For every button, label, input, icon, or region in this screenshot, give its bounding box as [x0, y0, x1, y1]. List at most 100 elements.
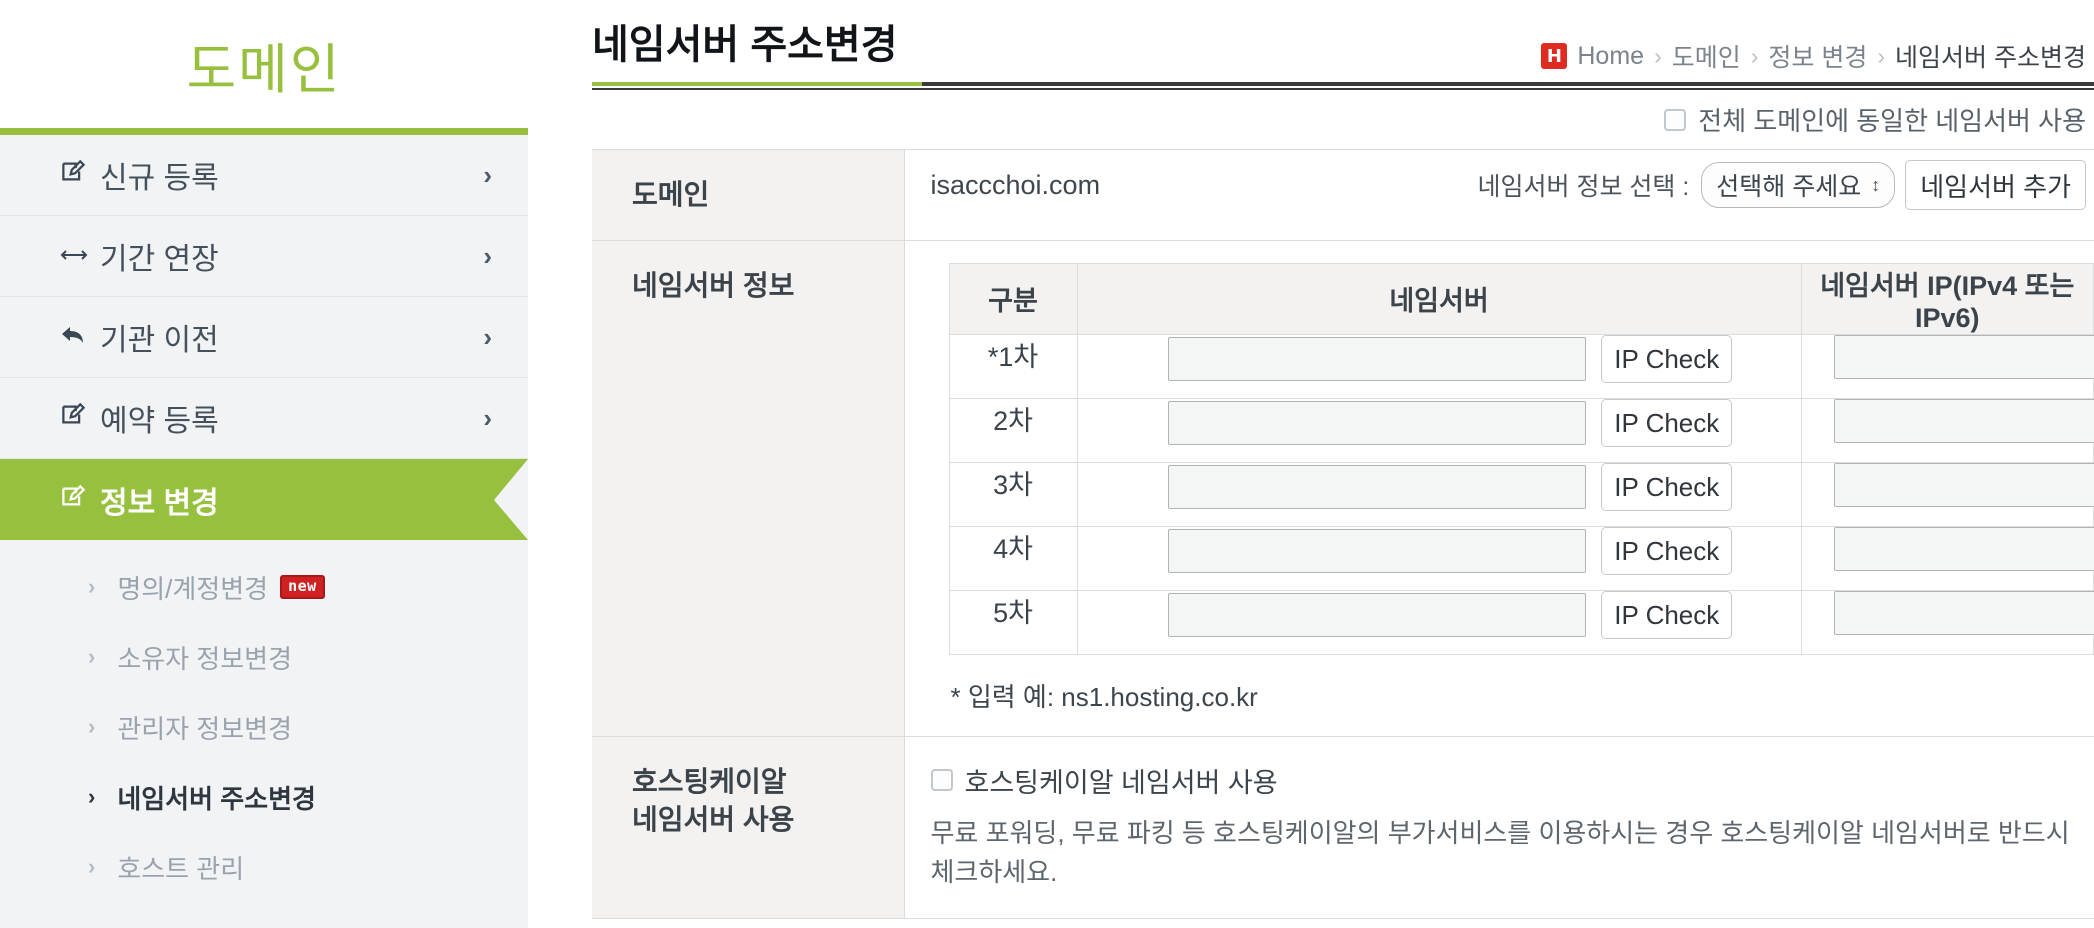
sidebar-item-transfer[interactable]: 기관 이전 › [0, 297, 528, 378]
nameserver-select-group: 네임서버 정보 선택 : 선택해 주세요 ↕ 네임서버 추가 [1478, 160, 2094, 210]
sidebar-header: 도메인 [0, 0, 528, 128]
column-header-ip: 네임서버 IP(IPv4 또는 IPv6) [1800, 262, 2094, 335]
row-gubun-2: 2차 [948, 397, 1078, 463]
table-header-row: 구분 네임서버 네임서버 IP(IPv4 또는 IPv6) [948, 262, 2094, 335]
home-logo-icon: H [1541, 43, 1568, 69]
ip-input-2[interactable] [1833, 398, 2094, 443]
chevron-right-icon: › [1877, 42, 1886, 69]
page-title: 네임서버 주소변경 [592, 23, 898, 67]
ip-input-1[interactable] [1833, 334, 2094, 379]
nameserver-input-1[interactable] [1167, 336, 1586, 381]
sidebar-subitem-admin-info-change[interactable]: › 관리자 정보변경 [0, 692, 528, 762]
hosting-label-line2: 네임서버 사용 [632, 803, 795, 835]
table-row: *1차 IP Check [948, 333, 2094, 399]
header-divider [592, 82, 2094, 86]
breadcrumb-item-domain[interactable]: 도메인 [1672, 38, 1741, 74]
nameserver-info-label: 네임서버 정보 [592, 240, 905, 737]
row-nameserver-cell-2: IP Check [1076, 397, 1802, 463]
nameserver-select-value: 선택해 주세요 [1716, 173, 1862, 201]
table-row: 4차 IP Check [948, 525, 2094, 591]
hosting-checkbox-label: 호스팅케이알 네임서버 사용 [964, 767, 1278, 798]
chevron-right-icon: › [88, 784, 96, 809]
sidebar-subitem-label: 호스트 관리 [117, 853, 245, 884]
domain-row: 도메인 isaccchoi.com 네임서버 정보 선택 : 선택해 주세요 ↕… [592, 150, 2094, 241]
ip-check-button-1[interactable]: IP Check [1601, 334, 1733, 383]
ip-input-4[interactable] [1833, 526, 2094, 571]
all-domains-row: 전체 도메인에 동일한 네임서버 사용 [592, 88, 2094, 150]
sidebar-subitem-nameserver-change[interactable]: › 네임서버 주소변경 [0, 762, 528, 832]
nameserver-input-5[interactable] [1167, 592, 1586, 637]
row-nameserver-cell-5: IP Check [1076, 589, 1802, 655]
sidebar-subitem-label: 명의/계정변경 [117, 573, 269, 604]
nameserver-form-table: 도메인 isaccchoi.com 네임서버 정보 선택 : 선택해 주세요 ↕… [592, 150, 2094, 919]
row-ip-cell-2 [1800, 397, 2094, 463]
row-ip-cell-3 [1800, 461, 2094, 527]
page-root: 도메인 신규 등록 › 기간 연장 › 기관 이전 › 예약 등록 › 정보 변… [0, 0, 2094, 928]
column-header-nameserver: 네임서버 [1076, 262, 1802, 335]
row-nameserver-cell-3: IP Check [1076, 461, 1802, 527]
ip-input-5[interactable] [1833, 590, 2094, 635]
ip-check-button-5[interactable]: IP Check [1601, 590, 1733, 639]
sidebar-item-reserve-registration[interactable]: 예약 등록 › [0, 378, 528, 459]
nameserver-input-2[interactable] [1167, 400, 1586, 445]
table-row: 5차 IP Check [948, 589, 2094, 655]
row-ip-cell-1 [1800, 333, 2094, 399]
sidebar-subitem-owner-info-change[interactable]: › 소유자 정보변경 [0, 622, 528, 692]
hosting-label-line1: 호스팅케이알 [632, 765, 787, 797]
row-gubun-1: *1차 [948, 333, 1078, 399]
all-domains-checkbox-row[interactable]: 전체 도메인에 동일한 네임서버 사용 [1664, 101, 2086, 138]
chevron-updown-icon: ↕ [1871, 175, 1881, 195]
hosting-checkbox-row[interactable]: 호스팅케이알 네임서버 사용 [930, 761, 2081, 800]
edit-square-icon [60, 158, 100, 192]
sidebar: 도메인 신규 등록 › 기간 연장 › 기관 이전 › 예약 등록 › 정보 변… [0, 0, 528, 928]
breadcrumb-item-info-change[interactable]: 정보 변경 [1768, 38, 1867, 74]
sidebar-item-new-registration[interactable]: 신규 등록 › [0, 135, 528, 216]
chevron-right-icon: › [88, 714, 96, 739]
chevron-right-icon: › [483, 321, 492, 352]
chevron-right-icon: › [88, 854, 96, 879]
breadcrumb-item-current: 네임서버 주소변경 [1895, 44, 2086, 72]
nameserver-input-4[interactable] [1167, 528, 1586, 573]
sidebar-item-label: 기간 연장 [100, 243, 219, 276]
row-ip-cell-4 [1800, 525, 2094, 591]
table-row: 3차 IP Check [948, 461, 2094, 527]
sidebar-item-label: 예약 등록 [100, 405, 219, 438]
ip-check-button-4[interactable]: IP Check [1601, 526, 1733, 575]
sidebar-subitem-host-management[interactable]: › 호스트 관리 [0, 832, 528, 902]
ip-check-button-2[interactable]: IP Check [1601, 398, 1733, 447]
hosting-nameserver-row: 호스팅케이알 네임서버 사용 호스팅케이알 네임서버 사용 무료 포워딩, 무료… [592, 736, 2094, 919]
add-nameserver-button[interactable]: 네임서버 추가 [1905, 160, 2086, 210]
arrow-return-icon [60, 322, 100, 353]
nameserver-input-3[interactable] [1167, 464, 1586, 509]
chevron-right-icon: › [1750, 42, 1759, 69]
page-header: 네임서버 주소변경 H Home › 도메인 › 정보 변경 › 네임서버 주소… [528, 0, 2094, 88]
breadcrumb-item-home[interactable]: Home [1577, 42, 1644, 71]
nameserver-entries-table: 구분 네임서버 네임서버 IP(IPv4 또는 IPv6) *1차 IP Che… [948, 262, 2094, 655]
arrows-horizontal-icon [60, 241, 100, 272]
hosting-description: 무료 포워딩, 무료 파킹 등 호스팅케이알의 부가서비스를 이용하시는 경우 … [930, 817, 2070, 887]
sidebar-item-label: 신규 등록 [100, 162, 219, 195]
nameserver-select[interactable]: 선택해 주세요 ↕ [1701, 162, 1896, 208]
sidebar-item-info-change[interactable]: 정보 변경 [0, 459, 528, 540]
hosting-nameserver-checkbox[interactable] [930, 769, 953, 792]
ip-input-3[interactable] [1833, 462, 2094, 507]
sidebar-subitem-name-account-change[interactable]: › 명의/계정변경 new [0, 552, 528, 622]
all-domains-checkbox-label: 전체 도메인에 동일한 네임서버 사용 [1698, 106, 2086, 136]
row-nameserver-cell-4: IP Check [1076, 525, 1802, 591]
hosting-nameserver-label: 호스팅케이알 네임서버 사용 [592, 736, 905, 919]
domain-value: isaccchoi.com [930, 169, 1101, 200]
sidebar-subitem-label: 네임서버 주소변경 [117, 783, 316, 814]
nameserver-select-label: 네임서버 정보 선택 : [1477, 173, 1690, 201]
table-row: 2차 IP Check [948, 397, 2094, 463]
chevron-right-icon: › [88, 574, 96, 599]
chevron-right-icon: › [483, 240, 492, 271]
all-domains-checkbox[interactable] [1664, 108, 1687, 131]
sidebar-item-extend-period[interactable]: 기간 연장 › [0, 216, 528, 297]
row-gubun-4: 4차 [948, 525, 1078, 591]
chevron-right-icon: › [483, 402, 492, 433]
hosting-nameserver-cell: 호스팅케이알 네임서버 사용 무료 포워딩, 무료 파킹 등 호스팅케이알의 부… [904, 736, 2094, 919]
ip-check-button-3[interactable]: IP Check [1601, 462, 1733, 511]
nameserver-info-row: 네임서버 정보 구분 네임서버 네임서버 IP(IPv4 또는 IPv6) *1… [592, 240, 2094, 737]
sidebar-item-label: 기관 이전 [100, 324, 219, 357]
form-wrapper: 전체 도메인에 동일한 네임서버 사용 도메인 isaccchoi.com 네임… [528, 88, 2094, 928]
